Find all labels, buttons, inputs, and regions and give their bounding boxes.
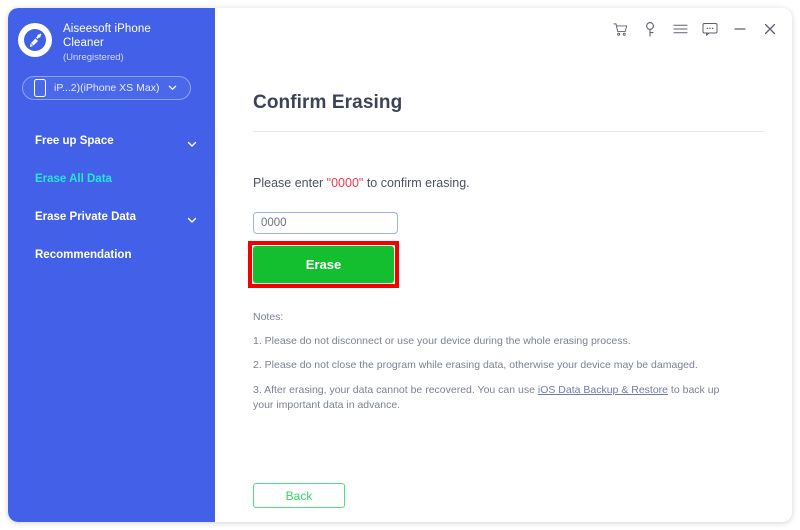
- erase-button[interactable]: Erase: [253, 246, 394, 283]
- back-button[interactable]: Back: [253, 483, 345, 508]
- ios-data-backup-restore-link[interactable]: iOS Data Backup & Restore: [538, 384, 668, 396]
- sidebar-item-erase-all-data[interactable]: Erase All Data: [8, 160, 215, 198]
- confirm-code: "0000": [326, 176, 364, 190]
- chevron-down-icon: [168, 83, 177, 92]
- main-content: Confirm Erasing Please enter "0000" to c…: [215, 8, 792, 522]
- sidebar-item-label: Free up Space: [35, 134, 114, 147]
- notes-section: Notes: 1. Please do not disconnect or us…: [253, 310, 733, 422]
- sidebar-item-free-up-space[interactable]: Free up Space: [8, 122, 215, 160]
- sidebar-nav: Free up Space Erase All Data Erase Priva…: [8, 122, 215, 274]
- title-bar: [612, 21, 778, 37]
- sidebar-item-label: Recommendation: [35, 248, 132, 261]
- title-divider: [253, 131, 764, 132]
- note-item: 2. Please do not close the program while…: [253, 359, 698, 372]
- instruction-prefix: Please enter: [253, 176, 327, 190]
- close-icon[interactable]: [762, 21, 778, 37]
- instruction-suffix: to confirm erasing.: [363, 176, 470, 190]
- key-icon[interactable]: [642, 21, 658, 37]
- brand: Aiseesoft iPhone Cleaner (Unregistered): [8, 8, 215, 64]
- page-title: Confirm Erasing: [253, 92, 403, 113]
- phone-icon: [34, 78, 46, 97]
- minimize-icon[interactable]: [732, 21, 748, 37]
- sidebar-item-label: Erase All Data: [35, 172, 112, 185]
- sidebar-item-erase-private-data[interactable]: Erase Private Data: [8, 198, 215, 236]
- confirm-code-input[interactable]: [253, 212, 398, 234]
- brand-name-line1: Aiseesoft iPhone: [63, 23, 151, 35]
- feedback-icon[interactable]: [702, 21, 718, 37]
- brand-name-line2: Cleaner: [63, 37, 104, 50]
- menu-icon[interactable]: [672, 21, 688, 37]
- note-item: 1. Please do not disconnect or use your …: [253, 335, 631, 348]
- sidebar-item-label: Erase Private Data: [35, 210, 137, 223]
- device-label: iP...2)(iPhone XS Max): [54, 81, 160, 94]
- brand-text: Aiseesoft iPhone Cleaner (Unregistered): [63, 21, 151, 64]
- sidebar-item-recommendation[interactable]: Recommendation: [8, 236, 215, 274]
- chevron-down-icon: [187, 212, 197, 223]
- notes-title: Notes:: [253, 311, 284, 323]
- app-window: Aiseesoft iPhone Cleaner (Unregistered) …: [8, 8, 792, 522]
- cart-icon[interactable]: [612, 21, 628, 37]
- instruction-text: Please enter "0000" to confirm erasing.: [253, 176, 470, 190]
- sidebar: Aiseesoft iPhone Cleaner (Unregistered) …: [8, 8, 215, 522]
- broom-logo-icon: [18, 23, 52, 57]
- note-item: 3. After erasing, your data cannot be re…: [253, 383, 733, 413]
- note3-prefix: 3. After erasing, your data cannot be re…: [253, 383, 538, 396]
- device-selector[interactable]: iP...2)(iPhone XS Max): [22, 75, 191, 100]
- chevron-down-icon: [187, 136, 197, 147]
- registration-status: (Unregistered): [63, 51, 124, 63]
